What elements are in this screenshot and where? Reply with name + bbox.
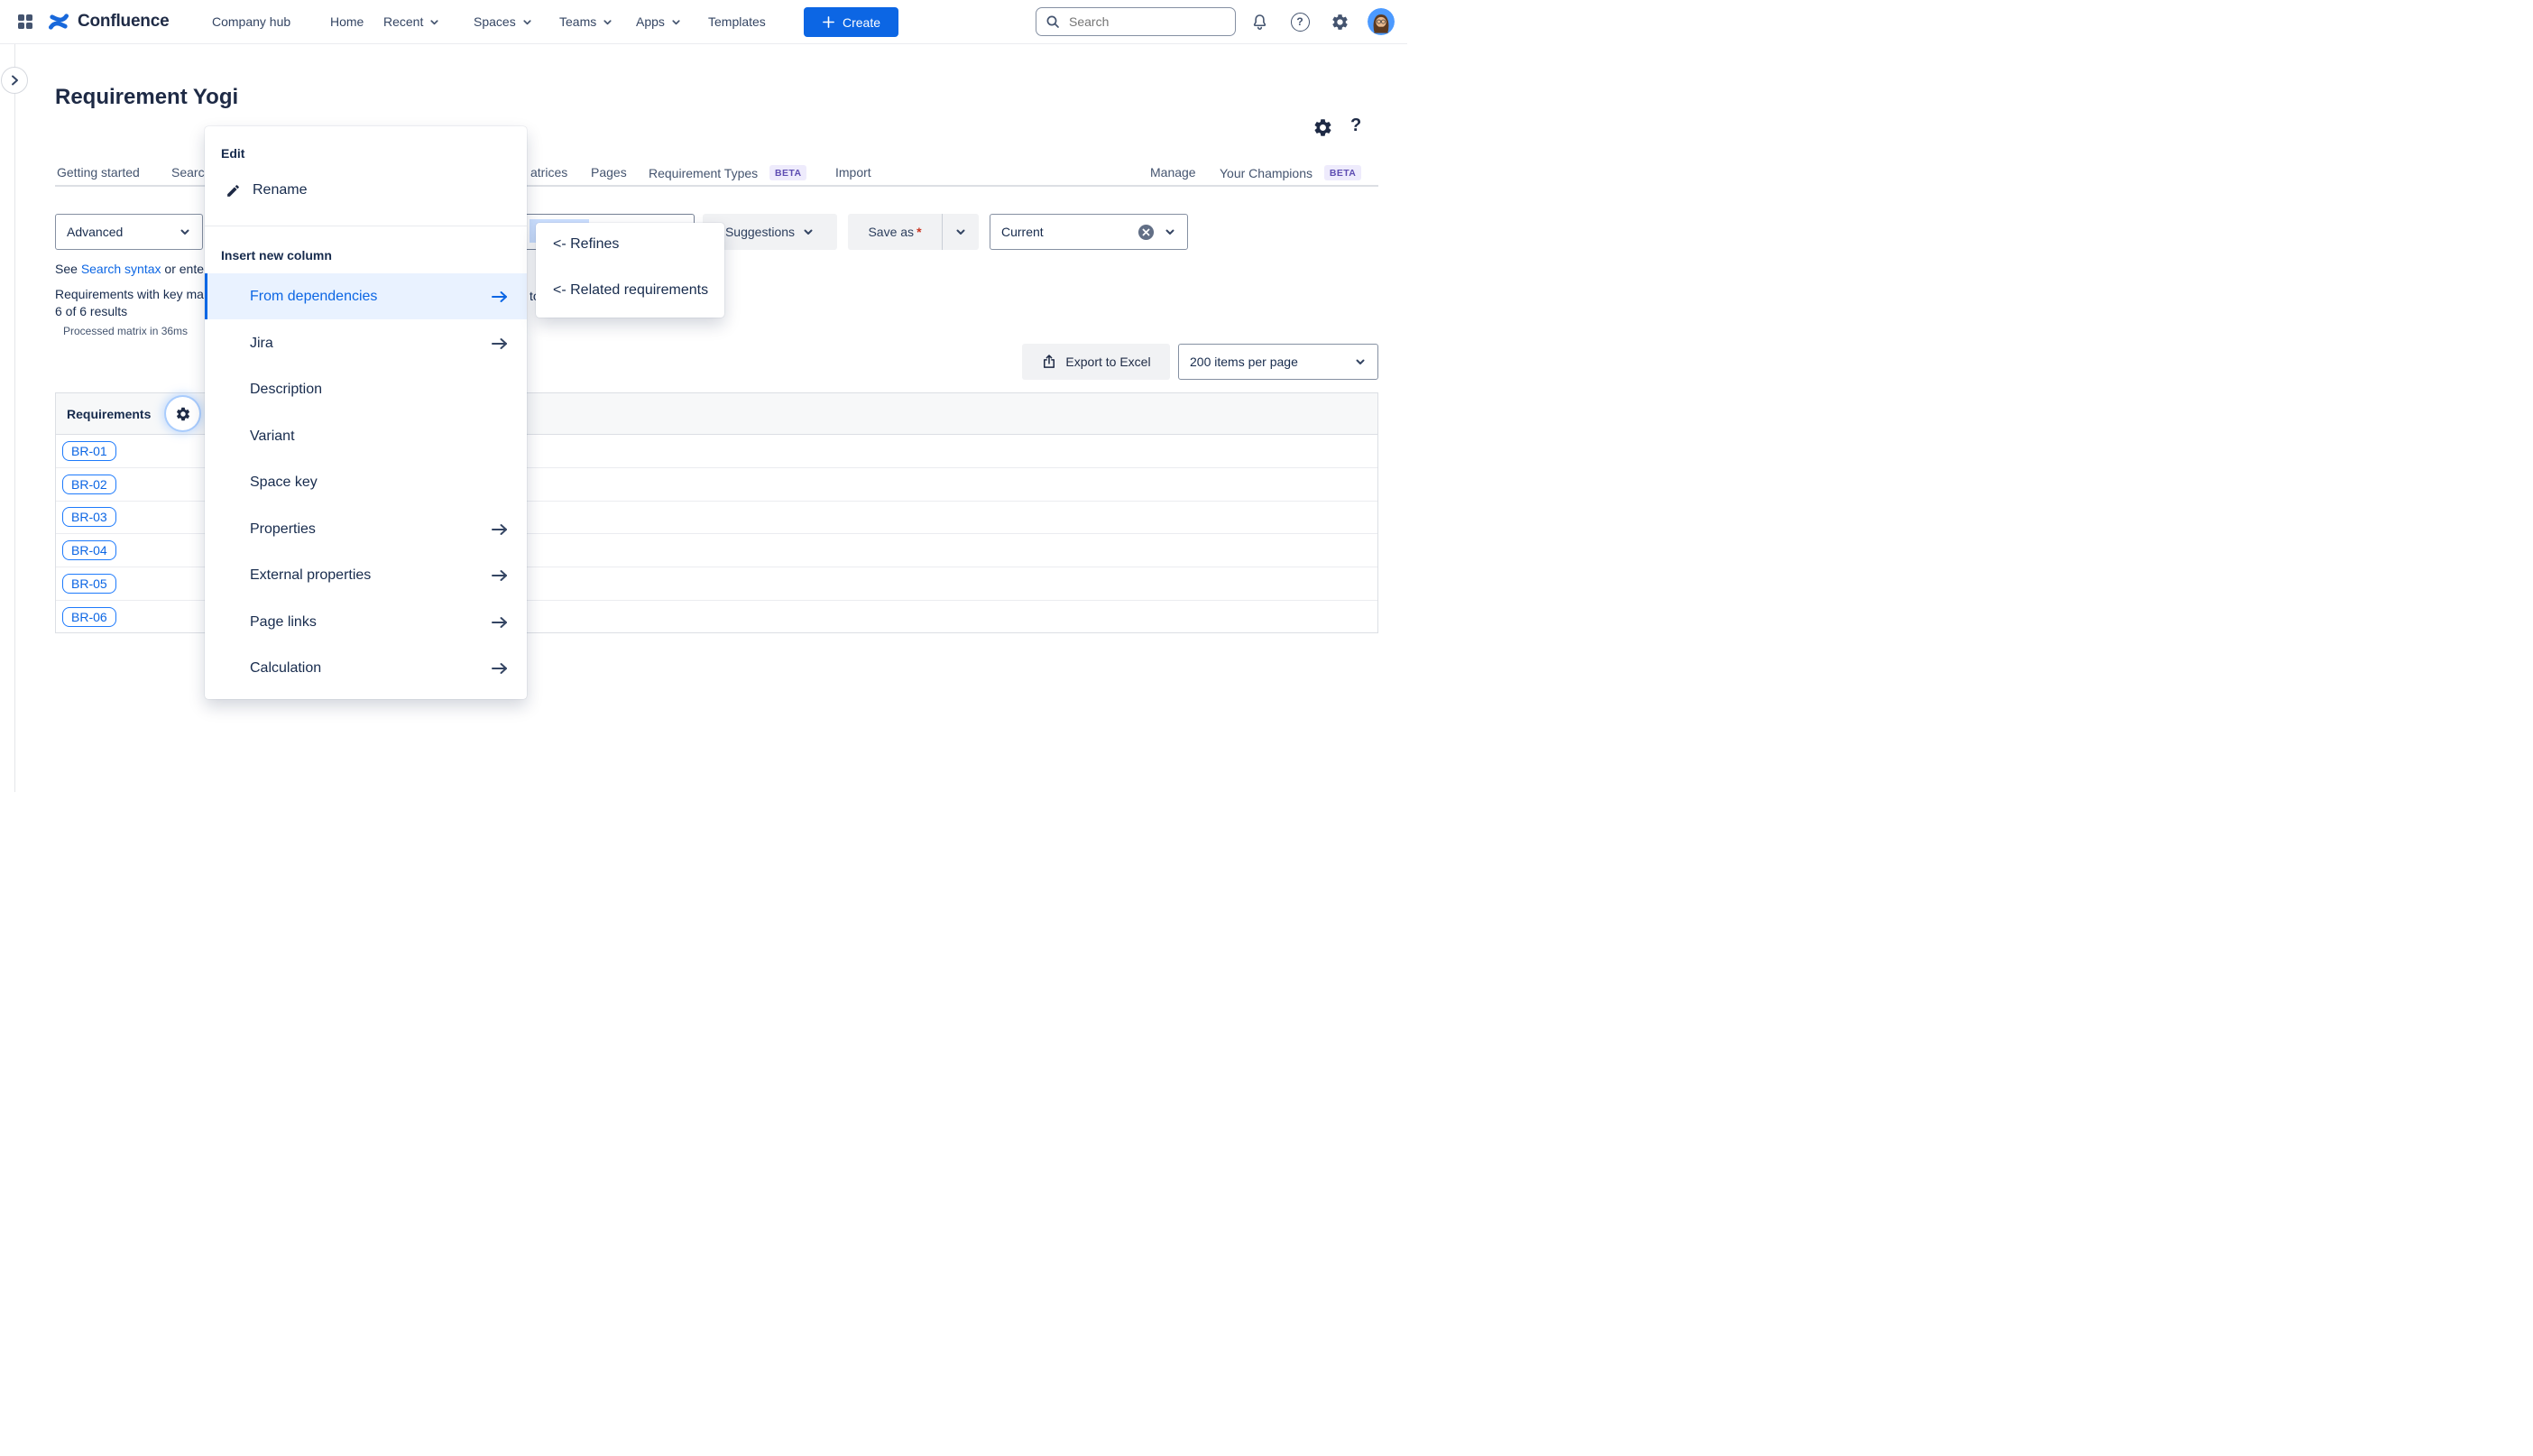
- chevron-down-icon: [428, 16, 440, 28]
- app-switcher-icon[interactable]: [14, 11, 36, 32]
- requirement-key-link[interactable]: BR-04: [62, 540, 116, 560]
- arrow-right-icon: [491, 616, 509, 629]
- requirement-key-link[interactable]: BR-02: [62, 475, 116, 494]
- help-icon[interactable]: ?: [1289, 11, 1311, 32]
- export-icon: [1041, 354, 1057, 370]
- chevron-down-icon: [1164, 226, 1176, 238]
- brand-name: Confluence: [78, 12, 169, 32]
- submenu-item-refines[interactable]: <- Refines: [536, 226, 724, 263]
- dependencies-submenu: <- Refines <- Related requirements: [536, 223, 724, 318]
- search-input[interactable]: [1067, 14, 1206, 30]
- confluence-logo[interactable]: Confluence: [47, 0, 169, 43]
- nav-teams[interactable]: Teams: [559, 0, 613, 43]
- nav-recent[interactable]: Recent: [383, 0, 440, 43]
- expand-sidebar-button[interactable]: [1, 67, 28, 94]
- arrow-right-icon: [491, 290, 509, 303]
- menu-item-external-properties[interactable]: External properties: [205, 552, 527, 598]
- column-settings-gear-button[interactable]: [166, 397, 199, 430]
- tab-import[interactable]: Import: [835, 165, 871, 180]
- nav-home[interactable]: Home: [330, 0, 364, 43]
- chevron-down-icon: [1354, 355, 1367, 368]
- sidebar-divider: [14, 43, 15, 792]
- export-to-excel-button[interactable]: Export to Excel: [1022, 344, 1170, 380]
- column-settings-menu: Edit Rename Insert new column From depen…: [205, 126, 527, 699]
- search-syntax-line: See Search syntax or ente: [55, 262, 204, 276]
- menu-item-jira[interactable]: Jira: [205, 320, 527, 366]
- search-syntax-link[interactable]: Search syntax: [81, 262, 161, 276]
- nav-company-hub[interactable]: Company hub: [212, 0, 290, 43]
- beta-badge: BETA: [1324, 165, 1361, 180]
- processed-time: Processed matrix in 36ms: [63, 325, 188, 337]
- chevron-down-icon: [802, 226, 815, 238]
- user-avatar[interactable]: [1368, 8, 1395, 35]
- arrow-right-icon: [491, 337, 509, 350]
- nav-templates[interactable]: Templates: [708, 0, 766, 43]
- menu-item-from-dependencies[interactable]: From dependencies: [205, 273, 527, 319]
- tab-getting-started[interactable]: Getting started: [57, 165, 140, 180]
- save-as-options-button[interactable]: [943, 214, 979, 250]
- results-count: 6 of 6 results: [55, 304, 127, 318]
- page-title: Requirement Yogi: [55, 85, 238, 110]
- save-as-button[interactable]: Save as *: [848, 214, 942, 250]
- top-navbar: Confluence Company hub Home Recent Space…: [0, 0, 1407, 44]
- nav-spaces[interactable]: Spaces: [474, 0, 533, 43]
- chevron-down-icon: [602, 16, 613, 28]
- chevron-down-icon: [179, 226, 191, 238]
- arrow-right-icon: [491, 523, 509, 536]
- chevron-down-icon: [954, 226, 967, 238]
- menu-section-insert-new-column: Insert new column: [221, 248, 332, 263]
- arrow-right-icon: [491, 662, 509, 675]
- menu-item-page-links[interactable]: Page links: [205, 599, 527, 645]
- requirement-key-link[interactable]: BR-06: [62, 607, 116, 627]
- menu-item-space-key[interactable]: Space key: [205, 459, 527, 505]
- confluence-requirement-yogi-page: { "navbar": { "brand": "Confluence", "it…: [0, 0, 1407, 809]
- menu-item-properties[interactable]: Properties: [205, 506, 527, 552]
- clear-filter-icon[interactable]: [1138, 224, 1155, 241]
- notifications-bell-icon[interactable]: [1248, 11, 1270, 32]
- required-asterisk: *: [916, 225, 921, 239]
- ry-help-button[interactable]: ?: [1350, 115, 1361, 136]
- plus-icon: [822, 15, 835, 29]
- save-as-split-button: Save as *: [848, 214, 979, 250]
- settings-gear-icon[interactable]: [1329, 11, 1350, 32]
- chevron-down-icon: [670, 16, 682, 28]
- requirement-key-link[interactable]: BR-05: [62, 574, 116, 594]
- menu-item-description[interactable]: Description: [205, 366, 527, 412]
- ry-settings-gear-icon[interactable]: [1313, 117, 1333, 138]
- matching-text: Requirements with key ma: [55, 287, 204, 301]
- tab-requirement-types[interactable]: Requirement Types BETA: [649, 165, 806, 180]
- requirement-key-link[interactable]: BR-03: [62, 507, 116, 527]
- tab-matrices-fragment[interactable]: atrices: [530, 165, 567, 180]
- chevron-down-icon: [521, 16, 533, 28]
- create-button[interactable]: Create: [804, 7, 898, 37]
- page-size-select[interactable]: 200 items per page: [1178, 344, 1378, 380]
- search-icon: [1045, 14, 1060, 29]
- menu-item-calculation[interactable]: Calculation: [205, 645, 527, 691]
- advanced-mode-select[interactable]: Advanced: [55, 214, 203, 250]
- tab-your-champions[interactable]: Your Champions BETA: [1220, 165, 1361, 180]
- beta-badge: BETA: [769, 165, 806, 180]
- menu-section-edit: Edit: [221, 146, 244, 161]
- pencil-icon: [226, 183, 241, 198]
- submenu-item-related-requirements[interactable]: <- Related requirements: [536, 272, 724, 309]
- nav-apps[interactable]: Apps: [636, 0, 682, 43]
- requirement-key-link[interactable]: BR-01: [62, 441, 116, 461]
- confluence-logo-icon: [47, 10, 70, 33]
- arrow-right-icon: [491, 569, 509, 582]
- tab-manage[interactable]: Manage: [1150, 165, 1196, 180]
- column-header-requirements: Requirements: [67, 407, 151, 421]
- menu-item-variant[interactable]: Variant: [205, 413, 527, 459]
- tab-pages[interactable]: Pages: [591, 165, 627, 180]
- global-search[interactable]: [1036, 7, 1236, 36]
- menu-item-rename[interactable]: Rename: [205, 173, 527, 207]
- saved-filter-select[interactable]: Current: [990, 214, 1188, 250]
